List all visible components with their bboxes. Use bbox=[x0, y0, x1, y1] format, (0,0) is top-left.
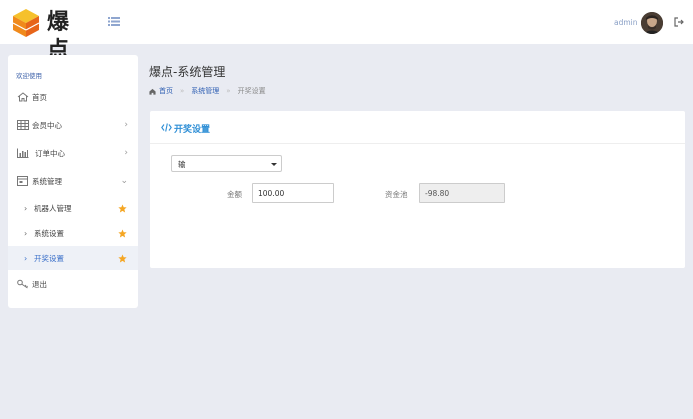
sidebar-item-label: 订单中心 bbox=[35, 148, 65, 158]
pool-input bbox=[419, 183, 505, 203]
sidebar-item-members[interactable]: 会员中心 › bbox=[8, 113, 138, 137]
sidebar-item-home[interactable]: 首页 bbox=[8, 85, 138, 109]
key-icon bbox=[17, 279, 28, 289]
home-icon bbox=[149, 88, 156, 95]
user-avatar-icon bbox=[641, 12, 663, 34]
star-icon bbox=[118, 228, 127, 237]
breadcrumb-current: 开奖设置 bbox=[237, 87, 266, 95]
sidebar-item-orders[interactable]: 订单中心 › bbox=[8, 141, 138, 165]
sidebar-item-label: 退出 bbox=[32, 279, 47, 289]
sidebar-subitem-settings[interactable]: › 系统设置 bbox=[8, 221, 138, 245]
breadcrumb-separator: » bbox=[226, 87, 231, 95]
avatar[interactable] bbox=[641, 12, 663, 34]
chevron-right-icon: › bbox=[124, 148, 128, 158]
breadcrumb-home[interactable]: 首页 bbox=[159, 86, 173, 96]
window-icon bbox=[17, 176, 28, 186]
chevron-right-icon: › bbox=[24, 253, 28, 263]
top-header: 爆点 admin bbox=[0, 0, 693, 63]
sidebar-subitem-robots[interactable]: › 机器人管理 bbox=[8, 196, 138, 220]
chevron-right-icon: › bbox=[24, 228, 28, 238]
sidebar-item-label: 首页 bbox=[32, 92, 47, 102]
code-icon bbox=[161, 123, 172, 132]
chevron-down-icon: ⌄ bbox=[120, 176, 128, 186]
amount-label: 金额 bbox=[227, 190, 242, 199]
sidebar-item-label: 会员中心 bbox=[32, 120, 62, 130]
sidebar-item-label: 机器人管理 bbox=[34, 203, 72, 213]
chevron-right-icon: › bbox=[124, 120, 128, 130]
breadcrumb: 首页 » 系统管理 » 开奖设置 bbox=[149, 86, 266, 96]
sidebar-item-logout[interactable]: 退出 bbox=[8, 272, 138, 296]
sidebar-item-label: 系统设置 bbox=[34, 228, 64, 238]
select-value: 输 bbox=[178, 160, 186, 169]
breadcrumb-separator: » bbox=[180, 87, 185, 95]
logout-icon[interactable] bbox=[674, 17, 684, 27]
pool-label: 资金池 bbox=[385, 190, 408, 199]
user-name[interactable]: admin bbox=[614, 18, 638, 27]
bar-chart-icon bbox=[17, 148, 29, 158]
sidebar-item-system[interactable]: 系统管理 ⌄ bbox=[8, 169, 138, 193]
caret-down-icon bbox=[271, 163, 277, 166]
cube-logo-icon bbox=[12, 9, 40, 37]
breadcrumb-system[interactable]: 系统管理 bbox=[191, 86, 219, 96]
table-icon bbox=[17, 120, 29, 130]
lottery-settings-card: 开奖设置 输 金额 资金池 bbox=[150, 111, 685, 268]
sidebar: 欢迎使用 首页 会员中心 › 订单中心 › 系统管理 ⌄ › 机器人管理 › 系… bbox=[8, 55, 138, 308]
star-icon bbox=[118, 203, 127, 212]
star-icon bbox=[118, 253, 127, 262]
sidebar-welcome: 欢迎使用 bbox=[16, 72, 42, 80]
result-select[interactable]: 输 bbox=[171, 155, 282, 172]
card-title: 开奖设置 bbox=[174, 125, 211, 135]
sidebar-item-label: 开奖设置 bbox=[34, 253, 64, 263]
card-header: 开奖设置 bbox=[150, 111, 685, 144]
sidebar-item-label: 系统管理 bbox=[32, 176, 62, 186]
app-logo[interactable]: 爆点 bbox=[11, 8, 91, 63]
page-title: 爆点-系统管理 bbox=[149, 65, 226, 79]
sidebar-subitem-lottery[interactable]: › 开奖设置 bbox=[8, 246, 138, 270]
amount-input[interactable] bbox=[252, 183, 334, 203]
menu-list-icon[interactable] bbox=[108, 16, 120, 27]
home-icon bbox=[17, 92, 29, 102]
chevron-right-icon: › bbox=[24, 203, 28, 213]
